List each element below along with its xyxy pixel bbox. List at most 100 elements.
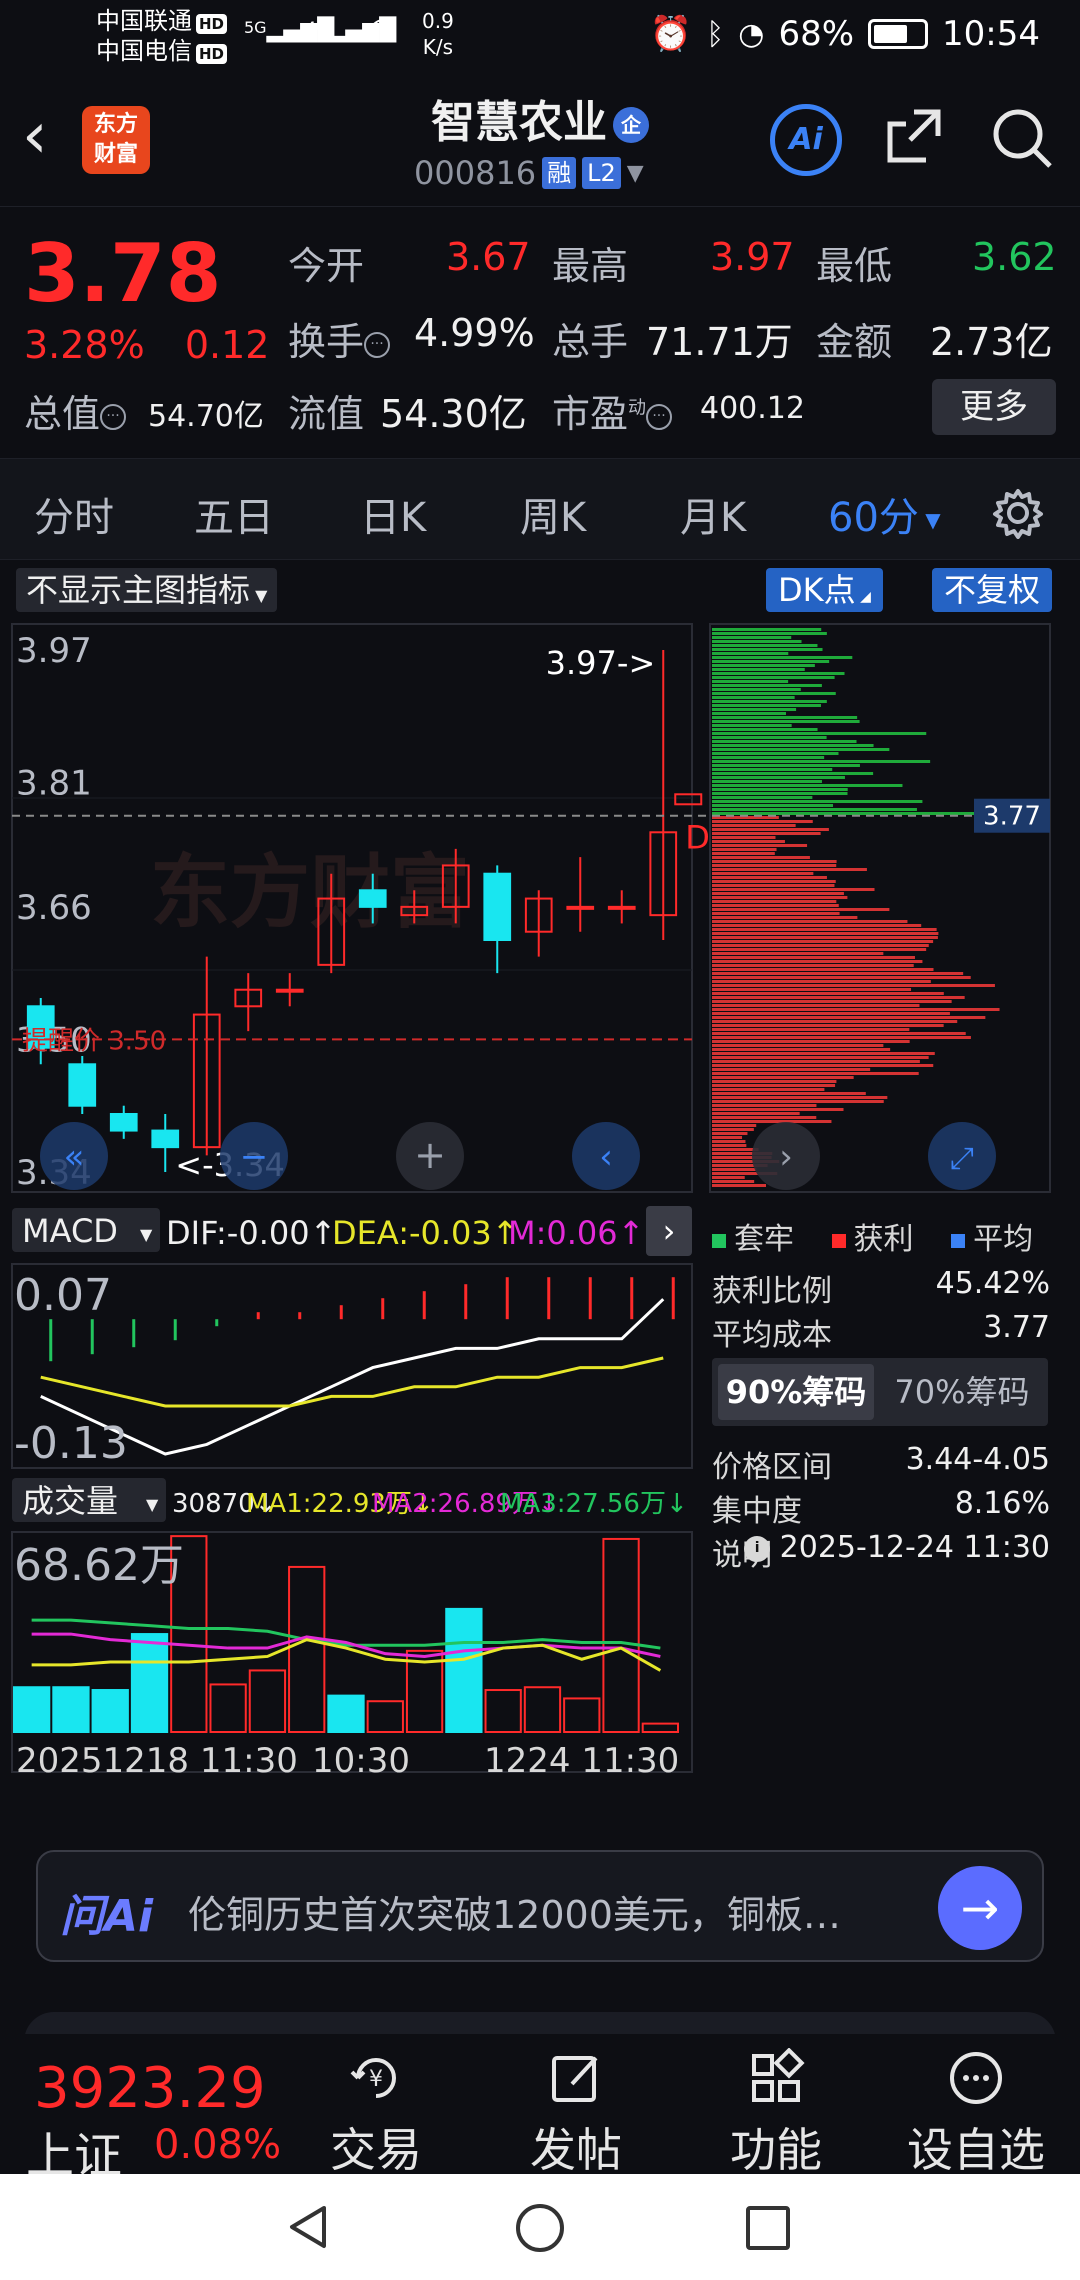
dif-label: DIF:-0.00↑ xyxy=(166,1214,336,1252)
profile-bar xyxy=(712,696,795,699)
more-button[interactable]: 更多 xyxy=(932,379,1056,435)
profile-bar xyxy=(712,1088,825,1091)
profile-bar xyxy=(712,784,903,787)
profile-bar xyxy=(712,988,912,991)
profile-bar xyxy=(712,1148,759,1151)
hd-badge-1: HD xyxy=(196,14,228,34)
ai-news-text[interactable]: 伦铜历史首次突破12000美元，铜板… xyxy=(188,1884,841,1939)
info-icon[interactable]: ··· xyxy=(364,331,391,358)
margin-tag: 融 xyxy=(542,157,577,189)
profile-bar xyxy=(712,752,839,755)
tab-monthly[interactable]: 月K xyxy=(680,485,746,543)
arrow-right-icon[interactable]: → xyxy=(938,1866,1022,1950)
profile-bar xyxy=(712,1176,745,1179)
recents-square-icon[interactable] xyxy=(744,2204,792,2252)
quote-panel: 3.78 3.28% 0.12 今开 3.67 最高 3.97 最低 3.62 … xyxy=(0,206,1080,456)
macd-more-icon[interactable]: › xyxy=(646,1206,692,1256)
profile-bar xyxy=(712,976,971,979)
svg-text:›: › xyxy=(663,1212,676,1250)
zoom-in-button[interactable]: + xyxy=(396,1122,464,1190)
kline-chart[interactable]: 东方财富 3.973.813.663.503.34 提醒价 3.50 3.77 … xyxy=(0,560,1080,1820)
note-value[interactable]: i 2025-12-24 11:30 xyxy=(744,1530,1050,1565)
profile-bar xyxy=(712,1000,952,1003)
profile-bar xyxy=(712,1080,837,1083)
net-speed: 0.9 K/s xyxy=(422,9,454,59)
scroll-left-button[interactable]: ‹ xyxy=(572,1122,640,1190)
nav-post[interactable]: 发帖 xyxy=(506,2048,646,2180)
volume-bar xyxy=(13,1686,51,1733)
share-icon[interactable] xyxy=(884,106,944,166)
open-label: 今开 xyxy=(288,244,365,288)
ai-logo: 问Ai xyxy=(60,1891,154,1942)
profile-bar xyxy=(712,1044,884,1047)
profile-bar xyxy=(712,1036,971,1039)
volume-bar xyxy=(641,1722,679,1734)
gear-icon[interactable] xyxy=(992,487,1044,539)
ai-button[interactable]: Ai xyxy=(770,104,842,176)
profile-bar xyxy=(712,884,835,887)
ytick-label: 3.97 xyxy=(16,631,92,671)
nav-trade[interactable]: ¥ 交易 xyxy=(306,2048,446,2180)
profile-bar xyxy=(712,628,822,631)
profile-bar xyxy=(712,796,813,799)
nav-add-watchlist[interactable]: 设自选 xyxy=(906,2048,1046,2180)
tab-chip-70[interactable]: 70%筹码 xyxy=(882,1364,1042,1420)
scroll-left-fast-button[interactable]: « xyxy=(40,1122,108,1190)
candle xyxy=(192,956,221,1156)
profile-bar xyxy=(712,872,814,875)
volume-bar xyxy=(563,1697,601,1734)
profile-bar xyxy=(712,636,792,639)
info-icon[interactable]: ··· xyxy=(646,403,673,430)
avg-cost-value: 3.77 xyxy=(983,1310,1050,1345)
profile-bar xyxy=(712,652,789,655)
nav-functions[interactable]: 功能 xyxy=(706,2048,846,2180)
profile-bar xyxy=(712,940,934,943)
profile-bar xyxy=(712,676,835,679)
candle xyxy=(151,1114,180,1172)
tab-five-day[interactable]: 五日 xyxy=(194,485,274,543)
home-circle-icon[interactable] xyxy=(514,2202,566,2254)
profile-bar xyxy=(712,896,848,899)
ai-ask-bar[interactable]: 问Ai 伦铜历史首次突破12000美元，铜板… → xyxy=(36,1850,1044,1962)
zoom-out-button[interactable]: − xyxy=(220,1122,288,1190)
tab-chip-90[interactable]: 90%筹码 xyxy=(718,1364,874,1420)
profile-bar xyxy=(712,868,867,871)
profile-bar xyxy=(712,644,818,647)
profile-bar xyxy=(712,952,884,955)
profile-bar xyxy=(712,792,848,795)
svg-text:‹: ‹ xyxy=(599,1137,613,1177)
legend-trap: 套牢 xyxy=(734,1222,794,1257)
index-value[interactable]: 3923.29 xyxy=(34,2056,266,2121)
tab-60min[interactable]: 60分 ▼ xyxy=(828,485,941,543)
profile-bar xyxy=(712,1132,748,1135)
concentration-label: 集中度 xyxy=(712,1494,802,1529)
edit-icon xyxy=(552,2056,598,2102)
profile-bar xyxy=(712,904,839,907)
expand-icon[interactable]: ⤢ xyxy=(928,1122,996,1190)
tab-intraday[interactable]: 分时 xyxy=(34,485,114,543)
search-icon[interactable] xyxy=(988,104,1054,170)
scroll-right-button[interactable]: › xyxy=(752,1122,820,1190)
volume-value: 71.71万 xyxy=(646,320,793,364)
profile-bar xyxy=(712,668,805,671)
last-price: 3.78 xyxy=(24,227,222,320)
profile-bar xyxy=(712,1004,920,1007)
profile-bar xyxy=(712,648,823,651)
profile-bar xyxy=(712,1168,757,1171)
back-triangle-icon[interactable] xyxy=(284,2202,334,2252)
profile-bar xyxy=(712,664,815,667)
bluetooth-icon: ᛒ xyxy=(706,16,725,52)
volume-label: 总手 xyxy=(552,320,629,364)
tab-daily[interactable]: 日K xyxy=(360,485,426,543)
change-percent: 3.28% xyxy=(24,323,145,367)
wifi-icon: ◠ xyxy=(368,10,398,50)
tab-weekly[interactable]: 周K xyxy=(520,485,586,543)
profile-bar xyxy=(712,1128,754,1131)
stock-code-row[interactable]: 000816 融 L2 ▼ xyxy=(414,154,644,192)
profile-bar xyxy=(712,800,923,803)
profile-bar xyxy=(712,848,777,851)
profile-legend: 套牢 获利 平均 xyxy=(712,1214,1033,1258)
alarm-icon: ⏰ xyxy=(649,14,693,54)
info-icon[interactable]: ··· xyxy=(100,403,127,430)
profile-bar xyxy=(712,724,792,727)
